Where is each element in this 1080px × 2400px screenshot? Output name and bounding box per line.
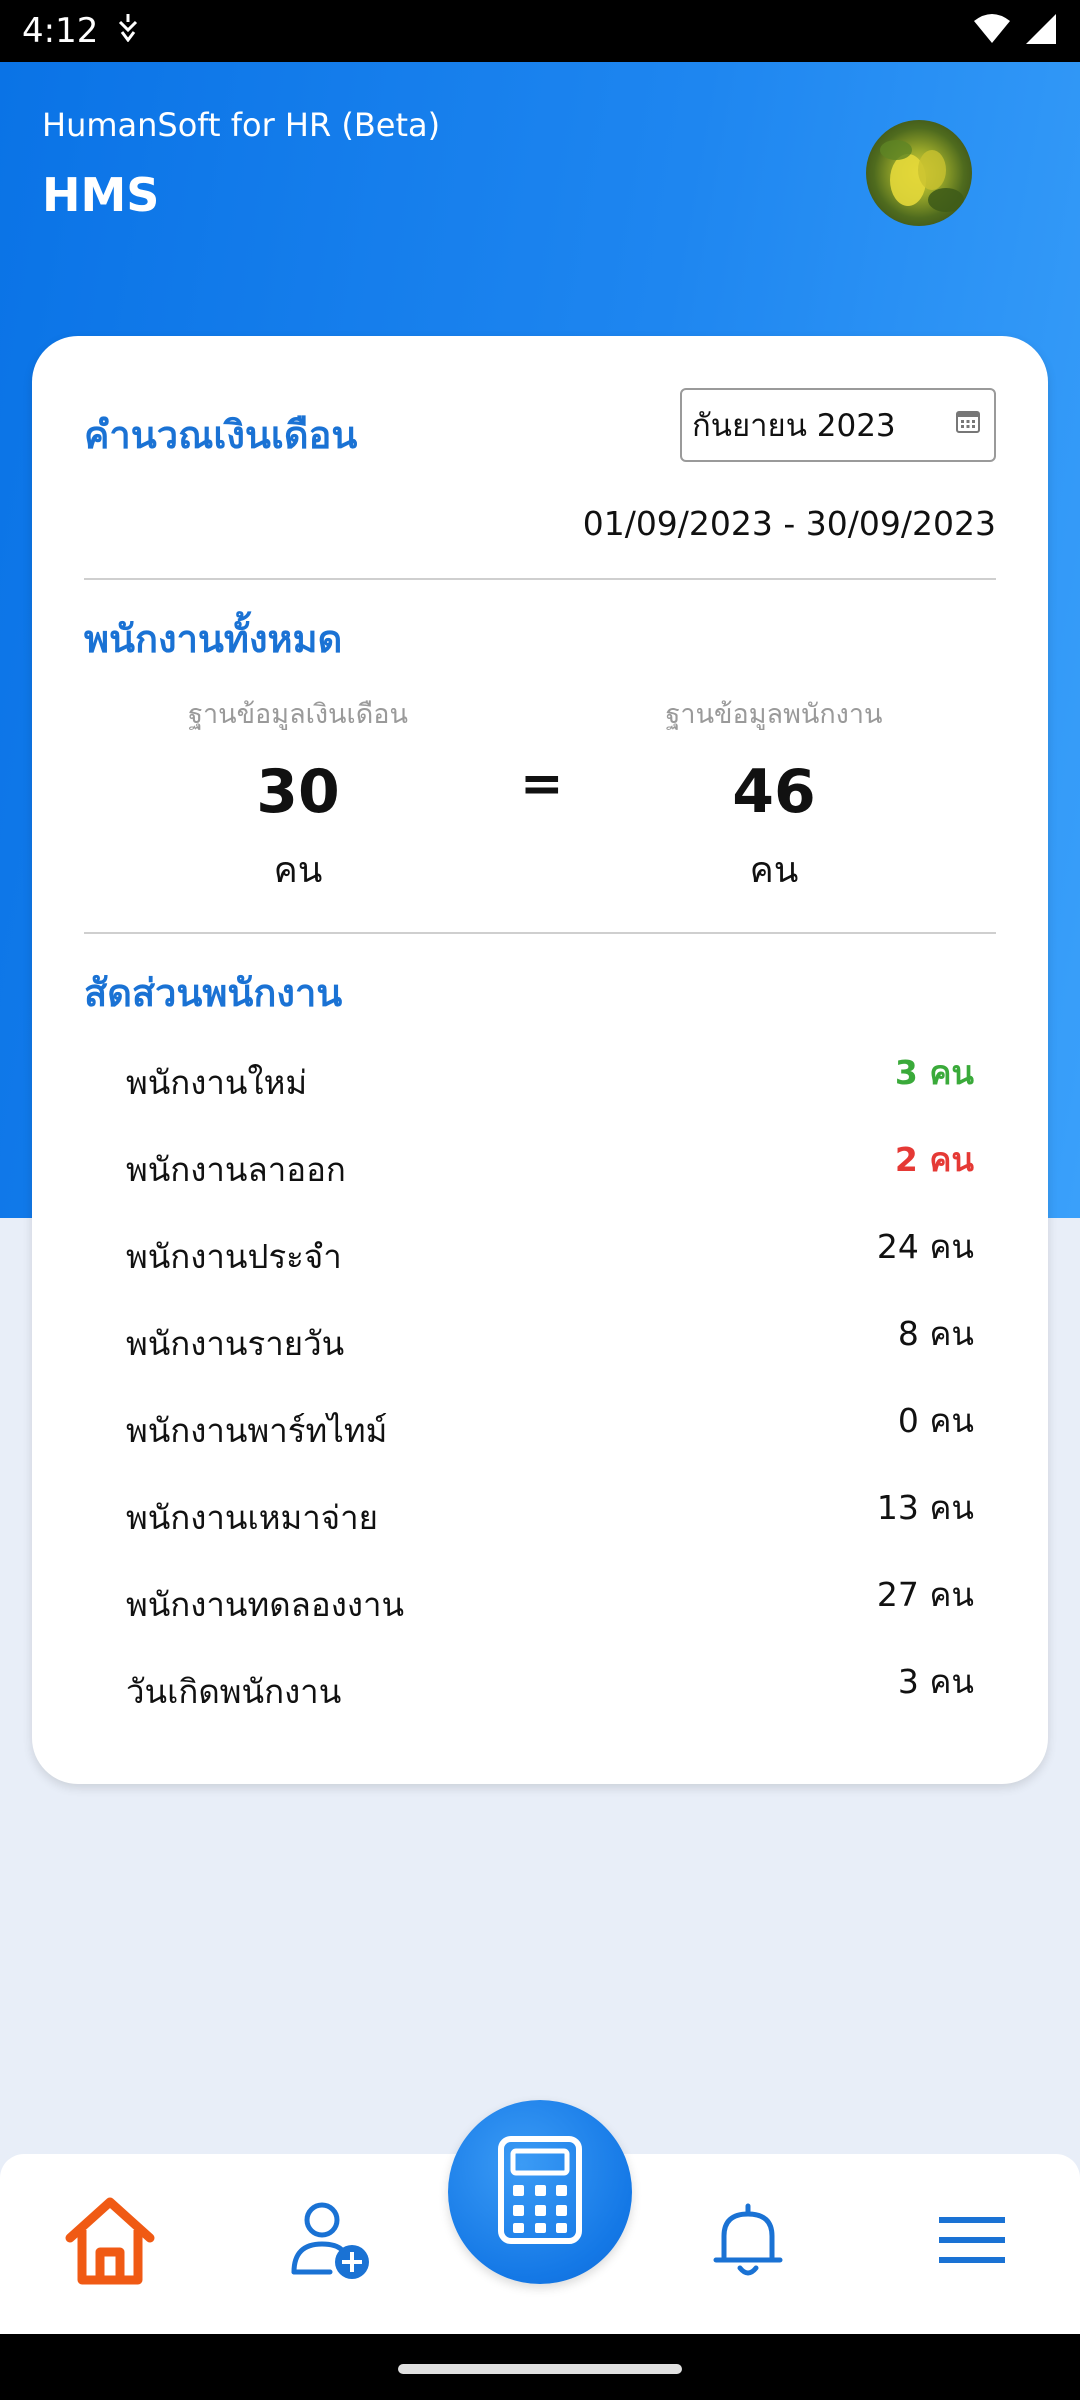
ratio-label: วันเกิดพนักงาน: [126, 1672, 342, 1711]
ratio-label: พนักงานใหม่: [126, 1063, 308, 1102]
ratio-value: 8 คน: [897, 1314, 974, 1353]
ratio-row-probation[interactable]: พนักงานทดลองงาน 27 คน: [126, 1568, 974, 1638]
employee-db-label: ฐานข้อมูลพนักงาน: [665, 699, 883, 730]
avatar[interactable]: [866, 120, 972, 226]
salary-card: คำนวณเงินเดือน กันยายน 2023 01/09/2023 -…: [32, 336, 1048, 1784]
ratio-row-permanent[interactable]: พนักงานประจำ 24 คน: [126, 1220, 974, 1290]
ratio-label: พนักงานเหมาจ่าย: [126, 1498, 379, 1537]
signal-icon: [1022, 12, 1058, 50]
salary-db-value: 30: [256, 757, 340, 827]
status-bar: 4:12: [0, 0, 1080, 62]
nav-add-employee[interactable]: [270, 2182, 390, 2302]
notification-icon: [116, 11, 140, 51]
wifi-icon: [972, 13, 1012, 49]
nav-notifications[interactable]: [688, 2182, 808, 2302]
bell-icon: [708, 2200, 788, 2284]
ratio-row-parttime[interactable]: พนักงานพาร์ทไทม์ 0 คน: [126, 1394, 974, 1464]
employee-db-unit: คน: [749, 850, 799, 891]
ratio-value: 13 คน: [876, 1488, 974, 1527]
add-user-icon: [286, 2196, 374, 2288]
salary-db-stat: ฐานข้อมูลเงินเดือน 30 คน: [148, 692, 448, 898]
ratio-label: พนักงานทดลองงาน: [126, 1585, 405, 1624]
home-icon: [60, 2190, 160, 2294]
ratio-label: พนักงานประจำ: [126, 1237, 342, 1276]
ratio-label: พนักงานรายวัน: [126, 1324, 345, 1363]
ratio-row-new[interactable]: พนักงานใหม่ 3 คน: [126, 1046, 974, 1116]
employee-db-value: 46: [732, 757, 816, 827]
ratio-row-resigned[interactable]: พนักงานลาออก 2 คน: [126, 1133, 974, 1203]
ratio-label: พนักงานพาร์ทไทม์: [126, 1411, 388, 1450]
salary-calc-title: คำนวณเงินเดือน: [84, 413, 358, 457]
app-subtitle: HumanSoft for HR (Beta): [42, 106, 441, 144]
ratio-value: 24 คน: [876, 1227, 974, 1266]
ratio-row-birthday[interactable]: วันเกิดพนักงาน 3 คน: [126, 1655, 974, 1725]
divider: [84, 578, 996, 580]
ratio-value: 0 คน: [897, 1401, 974, 1440]
system-gesture-bar: [0, 2334, 1080, 2400]
divider: [84, 932, 996, 934]
month-picker[interactable]: กันยายน 2023: [680, 388, 996, 462]
employee-db-stat: ฐานข้อมูลพนักงาน 46 คน: [624, 692, 924, 898]
all-employees-title: พนักงานทั้งหมด: [84, 617, 343, 661]
calendar-icon: [954, 407, 982, 443]
month-picker-value: กันยายน 2023: [692, 408, 896, 444]
ratio-row-contract[interactable]: พนักงานเหมาจ่าย 13 คน: [126, 1481, 974, 1551]
ratio-row-daily[interactable]: พนักงานรายวัน 8 คน: [126, 1307, 974, 1377]
equals-sign: =: [520, 754, 564, 814]
calculator-button[interactable]: [448, 2100, 632, 2284]
status-time: 4:12: [22, 11, 99, 51]
home-gesture-handle[interactable]: [398, 2364, 682, 2374]
ratio-value: 27 คน: [876, 1575, 974, 1614]
ratio-value: 3 คน: [897, 1662, 974, 1701]
calculator-icon: [495, 2135, 585, 2249]
ratio-value: 3 คน: [894, 1053, 974, 1092]
date-range: 01/09/2023 - 30/09/2023: [582, 504, 996, 543]
nav-menu[interactable]: [912, 2182, 1032, 2302]
salary-db-label: ฐานข้อมูลเงินเดือน: [188, 699, 408, 730]
nav-home[interactable]: [50, 2182, 170, 2302]
ratio-label: พนักงานลาออก: [126, 1150, 346, 1189]
ratio-value: 2 คน: [894, 1140, 974, 1179]
employee-ratio-title: สัดส่วนพนักงาน: [84, 971, 343, 1015]
app-title: HMS: [42, 168, 160, 222]
salary-db-unit: คน: [273, 850, 323, 891]
menu-icon: [937, 2215, 1007, 2269]
